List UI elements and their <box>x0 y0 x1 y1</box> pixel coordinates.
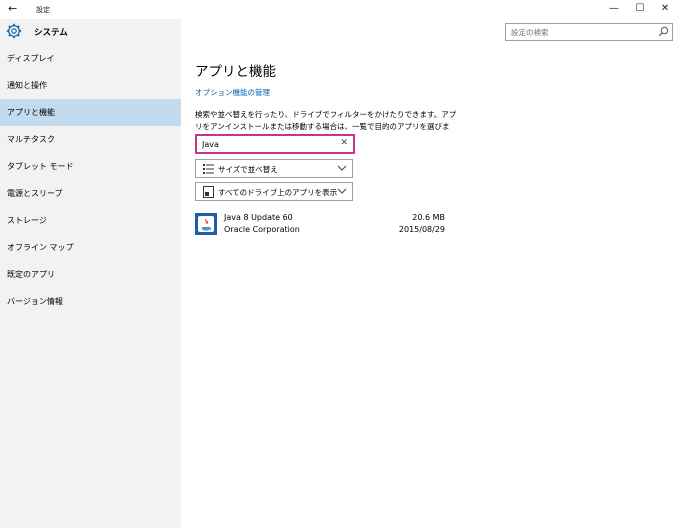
sidebar-header: システム <box>0 19 181 44</box>
settings-search-input[interactable] <box>506 24 656 40</box>
page-title: アプリと機能 <box>195 64 276 80</box>
sidebar-item-tablet-mode[interactable]: タブレット モード <box>0 153 181 180</box>
app-publisher: Oracle Corporation <box>224 225 300 234</box>
maximize-button[interactable]: ☐ <box>630 2 650 16</box>
drive-filter-label: すべてのドライブ上のアプリを表示 <box>218 188 338 197</box>
back-arrow-icon[interactable]: ← <box>8 2 17 15</box>
drive-icon <box>203 186 214 198</box>
sidebar-title: システム <box>34 28 68 38</box>
app-install-date: 2015/08/29 <box>398 225 445 234</box>
manage-optional-features-link[interactable]: オプション機能の管理 <box>195 87 270 98</box>
app-size: 20.6 MB <box>412 213 445 222</box>
sidebar-item-storage[interactable]: ストレージ <box>0 207 181 234</box>
sidebar-nav: ディスプレイ 通知と操作 アプリと機能 マルチタスク タブレット モード 電源と… <box>0 45 181 315</box>
app-filter-box[interactable]: ✕ <box>195 134 355 154</box>
gear-icon <box>6 23 22 39</box>
java-app-icon <box>195 213 217 235</box>
chevron-down-icon <box>337 188 347 194</box>
drive-filter-dropdown[interactable]: すべてのドライブ上のアプリを表示 <box>195 182 353 201</box>
search-icon[interactable] <box>658 26 669 37</box>
sidebar-item-notifications[interactable]: 通知と操作 <box>0 72 181 99</box>
sidebar-item-offline-maps[interactable]: オフライン マップ <box>0 234 181 261</box>
window-title: 設定 <box>36 6 50 14</box>
sidebar-item-about[interactable]: バージョン情報 <box>0 288 181 315</box>
sidebar: システム ディスプレイ 通知と操作 アプリと機能 マルチタスク タブレット モー… <box>0 19 181 528</box>
sort-list-icon <box>203 164 214 174</box>
minimize-button[interactable]: — <box>604 2 624 16</box>
app-list-item[interactable]: Java 8 Update 60 Oracle Corporation 20.6… <box>195 211 445 237</box>
sort-dropdown-label: サイズで並べ替え <box>218 165 278 174</box>
title-bar: ← 設定 — ☐ ✕ <box>0 0 680 19</box>
settings-search[interactable] <box>505 23 673 41</box>
chevron-down-icon <box>337 165 347 171</box>
sort-dropdown[interactable]: サイズで並べ替え <box>195 159 353 178</box>
app-name: Java 8 Update 60 <box>224 213 293 222</box>
app-filter-input[interactable] <box>197 136 337 152</box>
sidebar-item-multitasking[interactable]: マルチタスク <box>0 126 181 153</box>
sidebar-item-power-sleep[interactable]: 電源とスリープ <box>0 180 181 207</box>
sidebar-item-display[interactable]: ディスプレイ <box>0 45 181 72</box>
close-button[interactable]: ✕ <box>655 2 675 16</box>
sidebar-item-default-apps[interactable]: 既定のアプリ <box>0 261 181 288</box>
clear-icon[interactable]: ✕ <box>340 138 348 148</box>
sidebar-item-apps-features[interactable]: アプリと機能 <box>0 99 181 126</box>
